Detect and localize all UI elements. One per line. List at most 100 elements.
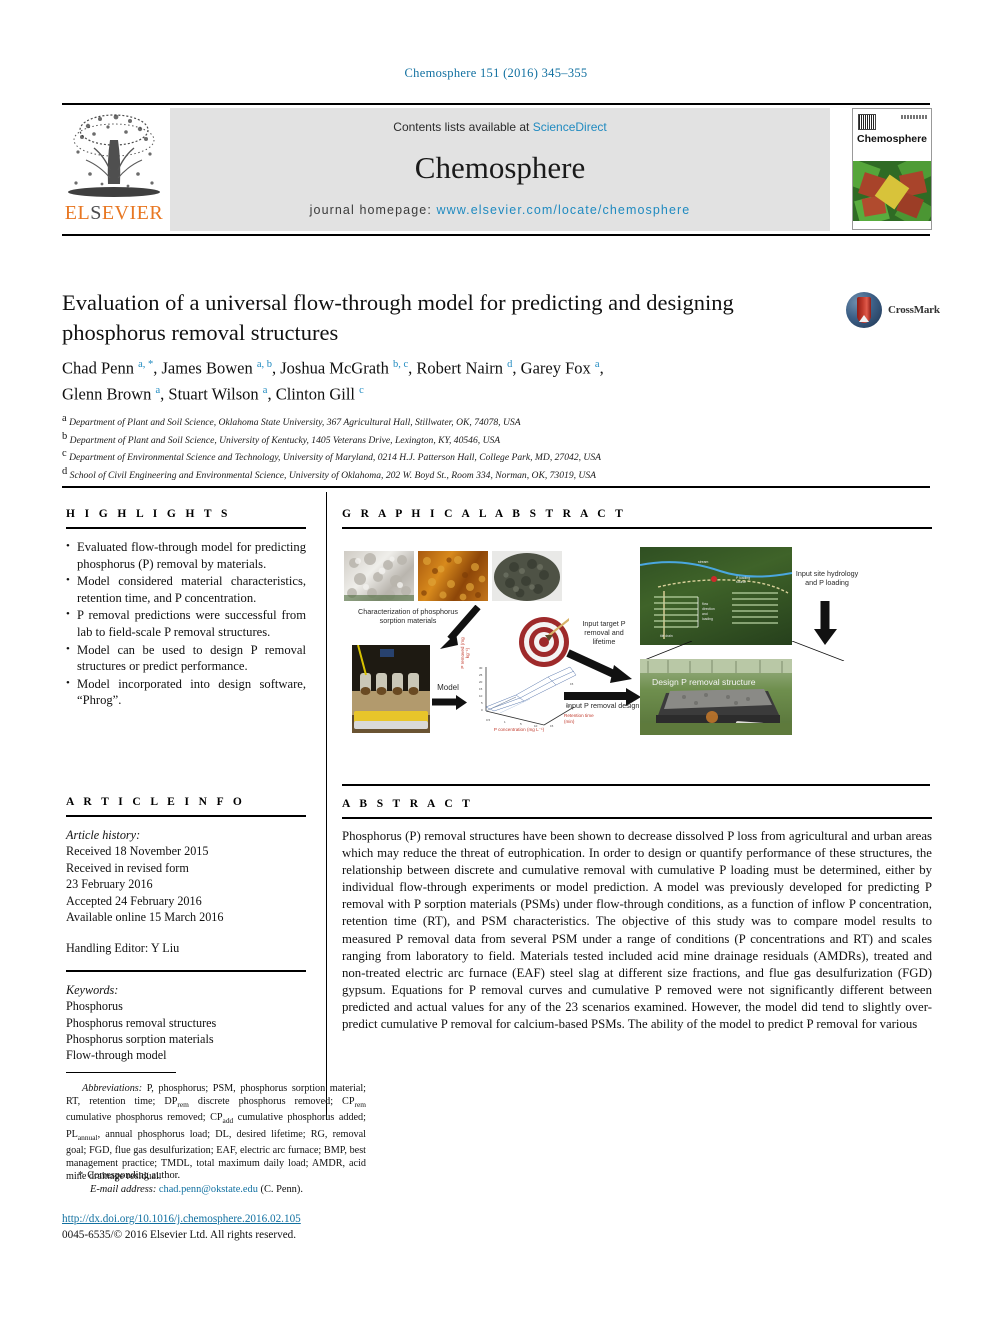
ga-label-design-structure: Design P removal structure bbox=[652, 677, 756, 687]
contents-available-line: Contents lists available at ScienceDirec… bbox=[170, 120, 830, 134]
bullseye-target-icon bbox=[519, 617, 569, 667]
graphical-abstract-bottom-rule bbox=[342, 784, 930, 786]
abbreviations-label: Abbreviations: bbox=[82, 1083, 143, 1094]
keywords-label: Keywords: bbox=[66, 982, 119, 997]
keywords-rule bbox=[66, 969, 306, 972]
affiliation-d: d School of Civil Engineering and Enviro… bbox=[62, 465, 862, 483]
keyword-item: Phosphorus bbox=[66, 999, 123, 1014]
journal-homepage-line: journal homepage: www.elsevier.com/locat… bbox=[170, 203, 830, 217]
article-history-item: Received in revised form bbox=[66, 860, 189, 875]
cover-journal-title: Chemosphere bbox=[856, 133, 928, 145]
affiliation-mark-d: d bbox=[62, 465, 68, 477]
graphical-abstract-rule bbox=[342, 527, 932, 529]
article-info-rule bbox=[66, 815, 306, 817]
article-history-block: Article history: Received 18 November 20… bbox=[66, 827, 306, 957]
journal-homepage-link[interactable]: www.elsevier.com/locate/chemosphere bbox=[436, 203, 690, 217]
highlight-item: P removal predictions were successful fr… bbox=[66, 606, 306, 640]
svg-text:0.5: 0.5 bbox=[486, 718, 491, 722]
homepage-prefix: journal homepage: bbox=[309, 203, 437, 217]
keyword-item: Phosphorus sorption materials bbox=[66, 1032, 214, 1047]
ga-label-target: Input target P removal and lifetime bbox=[582, 619, 626, 646]
affiliation-a: a Department of Plant and Soil Science, … bbox=[62, 412, 862, 430]
email-link[interactable]: chad.penn@okstate.edu bbox=[159, 1184, 258, 1195]
svg-text:10: 10 bbox=[479, 694, 483, 698]
ga-label-model: Model bbox=[437, 683, 459, 692]
body-top-rule bbox=[62, 486, 930, 488]
lab-experiment-photo bbox=[352, 645, 430, 733]
field-structure-photo: Design P removal structure bbox=[640, 659, 792, 735]
affiliation-text-b: Department of Plant and Soil Science, Un… bbox=[69, 434, 501, 446]
article-history-label: Article history: bbox=[66, 828, 141, 842]
article-history-item: Accepted 24 February 2016 bbox=[66, 893, 202, 908]
svg-text:25: 25 bbox=[479, 673, 483, 677]
cover-header: Chemosphere bbox=[853, 109, 931, 161]
ga-chart-ylabel: P removed (mg kg⁻¹) bbox=[460, 637, 470, 669]
highlights-heading: H I G H L I G H T S bbox=[66, 508, 231, 520]
sciencedirect-link[interactable]: ScienceDirect bbox=[533, 120, 607, 134]
affiliation-mark-b: b bbox=[62, 430, 68, 442]
elsevier-logo: ELSEVIER bbox=[62, 108, 166, 231]
svg-text:15: 15 bbox=[479, 687, 483, 691]
contents-prefix: Contents lists available at bbox=[393, 120, 533, 134]
crossmark-disc-icon bbox=[846, 292, 882, 328]
journal-masthead: ELSEVIER Contents lists available at Sci… bbox=[62, 103, 932, 236]
author-line-1: Chad Penn a, *, James Bowen a, b, Joshua… bbox=[62, 358, 604, 378]
ga-arrow-model-icon bbox=[432, 695, 467, 710]
svg-text:30: 30 bbox=[479, 666, 483, 670]
affiliation-text-d: School of Civil Engineering and Environm… bbox=[69, 469, 597, 481]
affiliation-text-c: Department of Environmental Science and … bbox=[69, 452, 602, 464]
column-divider bbox=[326, 492, 327, 1120]
cover-artwork bbox=[853, 161, 931, 221]
journal-title: Chemosphere bbox=[414, 150, 586, 185]
doi-link[interactable]: http://dx.doi.org/10.1016/j.chemosphere.… bbox=[62, 1212, 482, 1228]
cover-barcode-icon bbox=[858, 114, 876, 130]
author-list: Chad Penn a, *, James Bowen a, b, Joshua… bbox=[62, 354, 832, 405]
svg-text:5: 5 bbox=[481, 701, 483, 705]
keyword-item: Flow-through model bbox=[66, 1048, 167, 1063]
highlights-rule bbox=[66, 527, 306, 529]
email-suffix: (C. Penn). bbox=[257, 1184, 303, 1195]
masthead-band: Contents lists available at ScienceDirec… bbox=[170, 108, 830, 231]
crossmark-label: CrossMark bbox=[888, 304, 940, 316]
keyword-item: Phosphorus removal structures bbox=[66, 1015, 217, 1030]
affiliation-text-a: Department of Plant and Soil Science, Ok… bbox=[69, 417, 521, 429]
abstract-rule bbox=[342, 817, 932, 819]
crossmark-badge[interactable]: CrossMark bbox=[846, 292, 940, 332]
asterisk-icon: * bbox=[78, 1170, 84, 1181]
material-photo-ochre bbox=[418, 551, 488, 601]
dart-icon bbox=[545, 617, 569, 641]
masthead-bottom-rule bbox=[62, 234, 930, 236]
affiliation-b: b Department of Plant and Soil Science, … bbox=[62, 430, 862, 448]
journal-cover-thumbnail: Chemosphere bbox=[852, 108, 932, 230]
svg-text:0: 0 bbox=[481, 708, 483, 712]
article-info-heading: A R T I C L E I N F O bbox=[66, 796, 246, 808]
abstract-section-head: A B S T R A C T bbox=[342, 798, 932, 819]
abstract-heading: A B S T R A C T bbox=[342, 798, 474, 810]
svg-text:1: 1 bbox=[504, 720, 506, 724]
affiliation-c: c Department of Environmental Science an… bbox=[62, 447, 862, 465]
article-first-page: Chemosphere 151 (2016) 345–355 ELSEVIER … bbox=[0, 0, 992, 1323]
graphical-abstract-section: G R A P H I C A L A B S T R A C T Charac… bbox=[342, 508, 932, 763]
affiliation-mark-c: c bbox=[62, 448, 67, 460]
ga-chart-zlabel: Retention time (min) bbox=[564, 713, 594, 724]
doi-block: http://dx.doi.org/10.1016/j.chemosphere.… bbox=[62, 1212, 482, 1243]
svg-text:and: and bbox=[702, 612, 708, 616]
handling-editor: Handling Editor: Y Liu bbox=[66, 941, 180, 956]
ga-arrow-site-hydrology-icon bbox=[814, 601, 837, 645]
article-history-item: Received 18 November 2015 bbox=[66, 844, 209, 859]
masthead-top-rule bbox=[62, 103, 930, 105]
material-photo-gravel bbox=[344, 551, 414, 601]
svg-text:direction: direction bbox=[702, 607, 715, 611]
highlights-list: Evaluated flow-through model for predict… bbox=[66, 538, 306, 709]
running-head: Chemosphere 151 (2016) 345–355 bbox=[404, 66, 588, 80]
highlight-item: Evaluated flow-through model for predict… bbox=[66, 538, 306, 572]
keywords-block: Keywords: Phosphorus Phosphorus removal … bbox=[66, 982, 306, 1064]
author-line-2: Glenn Brown a, Stuart Wilson a, Clinton … bbox=[62, 384, 364, 403]
footnote-rule bbox=[66, 1072, 176, 1073]
ga-arrow-target-icon bbox=[566, 649, 632, 683]
svg-text:tile drain: tile drain bbox=[660, 634, 673, 638]
ga-label-site-hydrology: Input site hydrology and P loading bbox=[795, 569, 859, 587]
abbreviations-text: P, phosphorus; PSM, phosphorus sorption … bbox=[66, 1083, 366, 1183]
article-info-section: A R T I C L E I N F O Article history: R… bbox=[66, 796, 306, 1064]
article-title: Evaluation of a universal flow-through m… bbox=[62, 290, 734, 345]
